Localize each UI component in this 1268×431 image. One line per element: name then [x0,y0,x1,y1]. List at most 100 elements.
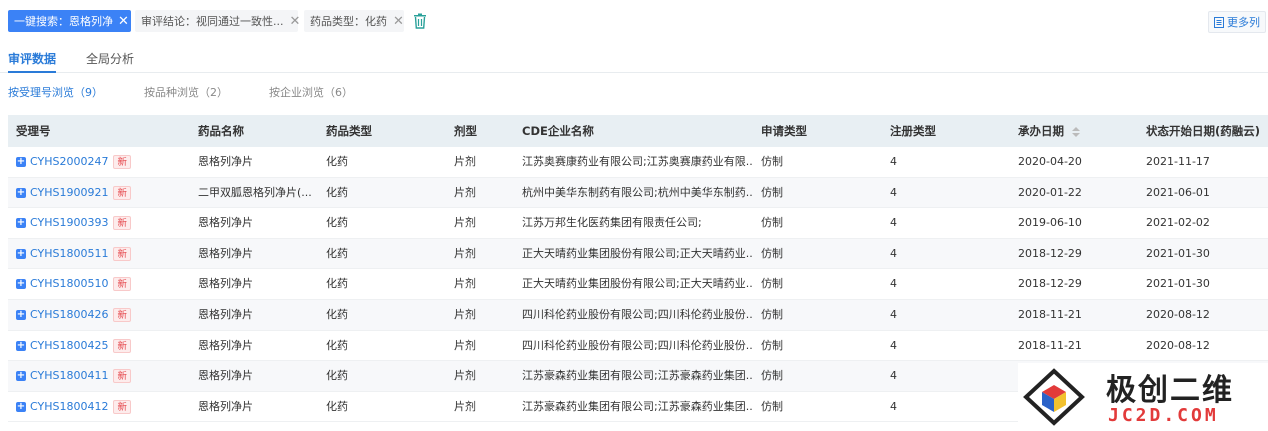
acceptance-no-link[interactable]: CYHS1800411 [30,369,108,382]
drug-type-filter-chip[interactable]: 药品类型：化药 ✕ [304,10,404,32]
acceptance-no-link[interactable]: CYHS1800425 [30,339,108,352]
table-row[interactable]: + CYHS1900393 新 恩格列净片 化药 片剂 江苏万邦生化医药集团有限责任公司; 仿… [8,208,1268,239]
close-icon[interactable]: ✕ [118,15,129,28]
cell-status-date: 2020-08-12 [1146,307,1210,321]
cell-undertake-date: 2018-12-29 [1018,246,1082,260]
cell-company: 江苏豪森药业集团有限公司;江苏豪森药业集团... [522,369,752,383]
cell-acceptance-no[interactable]: + CYHS1800411 新 [16,361,131,391]
cell-undertake-date: 2018-11-21 [1018,338,1082,352]
new-badge: 新 [113,338,131,353]
cell-acceptance-no[interactable]: + CYHS1800425 新 [16,331,131,361]
cell-registration-type: 4 [890,369,897,383]
tab-browse-by-acceptance[interactable]: 按受理号浏览（9） [8,84,103,100]
cell-drug-name: 恩格列净片 [198,369,253,383]
conclusion-filter-label: 审评结论：视同通过一致性... [141,15,284,28]
cell-dosage-form: 片剂 [454,185,476,199]
cell-acceptance-no[interactable]: + CYHS1800511 新 [16,239,131,269]
cell-acceptance-no[interactable]: + CYHS1900393 新 [16,208,131,238]
expand-plus-icon[interactable]: + [16,157,26,167]
cell-dosage-form: 片剂 [454,369,476,383]
tab-review-data[interactable]: 审评数据 [8,50,57,73]
cell-company: 江苏豪森药业集团有限公司;江苏豪森药业集团... [522,399,752,413]
close-icon[interactable]: ✕ [290,15,301,28]
cell-undertake-date: 2019-06-10 [1018,216,1082,230]
sort-icon[interactable] [1072,126,1080,137]
search-filter-chip[interactable]: 一键搜索：恩格列净 ✕ [8,10,131,32]
header-registration-type[interactable]: 注册类型 [890,115,936,147]
cell-drug-name: 恩格列净片 [198,216,253,230]
browse-mode-tabs: 按受理号浏览（9） 按品种浏览（2） 按企业浏览（6） [0,84,1268,102]
cell-registration-type: 4 [890,246,897,260]
cell-application-type: 仿制 [761,155,783,168]
cell-dosage-form: 片剂 [454,338,476,352]
cell-dosage-form: 片剂 [454,155,476,168]
cell-registration-type: 4 [890,155,897,168]
acceptance-no-link[interactable]: CYHS1900393 [30,216,108,229]
expand-plus-icon[interactable]: + [16,401,26,412]
acceptance-no-link[interactable]: CYHS2000247 [30,155,108,168]
cell-dosage-form: 片剂 [454,216,476,230]
acceptance-no-link[interactable]: CYHS1800511 [30,247,108,260]
header-drug-name[interactable]: 药品名称 [198,115,244,147]
filter-bar: 一键搜索：恩格列净 ✕ 审评结论：视同通过一致性... ✕ 药品类型：化药 ✕ … [0,0,1268,44]
header-application-type[interactable]: 申请类型 [761,115,807,147]
drug-type-filter-label: 药品类型：化药 [310,15,387,28]
tab-global-analysis[interactable]: 全局分析 [86,50,134,67]
expand-plus-icon[interactable]: + [16,248,26,259]
cell-status-date: 2020-08-12 [1146,338,1210,352]
header-dosage-form[interactable]: 剂型 [454,115,477,147]
expand-plus-icon[interactable]: + [16,309,26,320]
watermark-title: 极创二维 [1106,373,1234,408]
cell-acceptance-no[interactable]: + CYHS1800510 新 [16,269,131,299]
cell-acceptance-no[interactable]: + CYHS2000247 新 [16,147,131,177]
acceptance-no-link[interactable]: CYHS1800412 [30,400,108,413]
expand-plus-icon[interactable]: + [16,340,26,351]
cell-company: 江苏万邦生化医药集团有限责任公司; [522,216,702,230]
expand-plus-icon[interactable]: + [16,218,26,229]
tab-browse-by-company[interactable]: 按企业浏览（6） [269,84,353,100]
new-badge: 新 [113,369,131,384]
cell-drug-name: 二甲双胍恩格列净片(... [198,185,312,199]
close-icon[interactable]: ✕ [393,15,404,28]
cell-status-date: 2021-06-01 [1146,185,1210,199]
acceptance-no-link[interactable]: CYHS1800426 [30,308,108,321]
conclusion-filter-chip[interactable]: 审评结论：视同通过一致性... ✕ [135,10,301,32]
header-undertake-date[interactable]: 承办日期 [1018,115,1080,147]
cell-application-type: 仿制 [761,307,783,321]
cell-registration-type: 4 [890,338,897,352]
cell-application-type: 仿制 [761,338,783,352]
expand-plus-icon[interactable]: + [16,279,26,290]
expand-plus-icon[interactable]: + [16,187,26,198]
cell-dosage-form: 片剂 [454,277,476,291]
cell-registration-type: 4 [890,307,897,321]
cell-drug-name: 恩格列净片 [198,399,253,413]
table-row[interactable]: + CYHS1800510 新 恩格列净片 化药 片剂 正大天晴药业集团股份有限公司;正大天… [8,269,1268,300]
cell-acceptance-no[interactable]: + CYHS1800412 新 [16,392,131,422]
acceptance-no-link[interactable]: CYHS1800510 [30,277,108,290]
cell-company: 正大天晴药业集团股份有限公司;正大天晴药业... [522,277,752,291]
cell-application-type: 仿制 [761,216,783,230]
cell-drug-type: 化药 [326,185,348,199]
table-row[interactable]: + CYHS2000247 新 恩格列净片 化药 片剂 江苏奥赛康药业有限公司;江苏奥赛康药… [8,147,1268,178]
trash-icon[interactable] [413,13,427,29]
cell-acceptance-no[interactable]: + CYHS1800426 新 [16,300,131,330]
table-row[interactable]: + CYHS1800425 新 恩格列净片 化药 片剂 四川科伦药业股份有限公司;四川科伦药… [8,331,1268,362]
table-row[interactable]: + CYHS1800426 新 恩格列净片 化药 片剂 四川科伦药业股份有限公司;四川科伦药… [8,299,1268,331]
cell-company: 江苏奥赛康药业有限公司;江苏奥赛康药业有限... [522,155,752,168]
header-undertake-date-label: 承办日期 [1018,124,1064,138]
acceptance-no-link[interactable]: CYHS1900921 [30,186,108,199]
header-company[interactable]: CDE企业名称 [522,115,752,147]
cell-company: 正大天晴药业集团股份有限公司;正大天晴药业... [522,246,752,260]
table-row[interactable]: + CYHS1800511 新 恩格列净片 化药 片剂 正大天晴药业集团股份有限公司;正大天… [8,238,1268,270]
tab-browse-by-variety[interactable]: 按品种浏览（2） [144,84,228,100]
cell-acceptance-no[interactable]: + CYHS1900921 新 [16,178,131,208]
expand-plus-icon[interactable]: + [16,371,26,382]
cell-drug-name: 恩格列净片 [198,307,253,321]
cell-undertake-date: 2018-12-29 [1018,277,1082,291]
table-row[interactable]: + CYHS1900921 新 二甲双胍恩格列净片(... 化药 片剂 杭州中美华东制药有限… [8,177,1268,209]
cell-application-type: 仿制 [761,246,783,260]
more-columns-button[interactable]: 更多列 [1208,11,1266,33]
header-acceptance-no[interactable]: 受理号 [16,115,51,147]
header-drug-type[interactable]: 药品类型 [326,115,372,147]
header-status-date[interactable]: 状态开始日期(药融云) [1146,115,1268,147]
